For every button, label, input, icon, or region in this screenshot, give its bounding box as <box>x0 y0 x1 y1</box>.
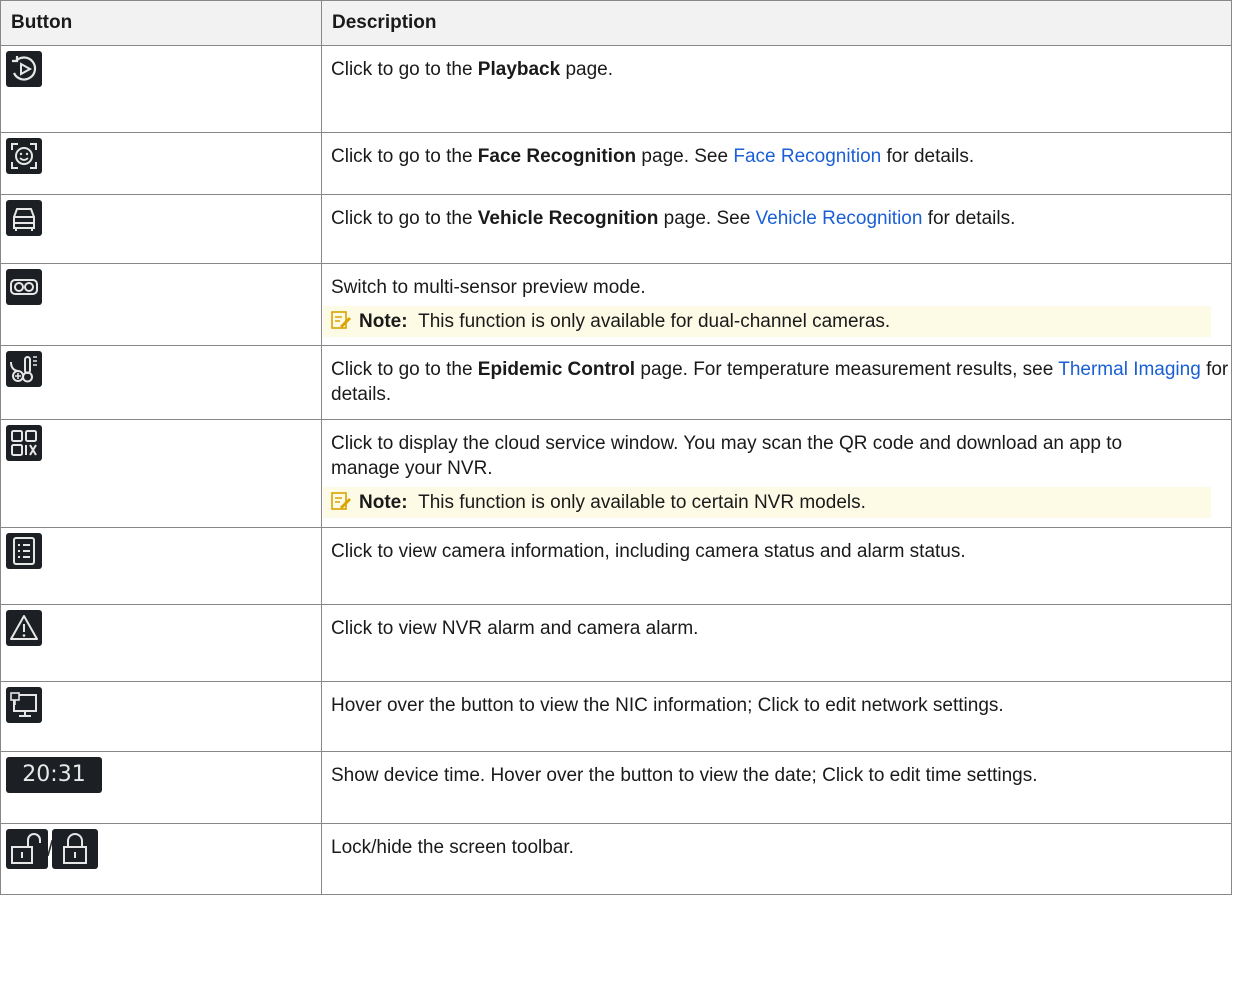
table-row: 20:31 Show device time. Hover over the b… <box>0 751 1232 824</box>
desc-text: for details. <box>881 146 975 167</box>
button-cell <box>0 263 322 346</box>
button-cell <box>0 681 322 752</box>
button-cell <box>0 527 322 605</box>
table-row: Hover over the button to view the NIC in… <box>0 681 1232 752</box>
desc-text: page. For temperature measurement result… <box>635 359 1059 380</box>
desc-bold: Face Recognition <box>477 146 637 167</box>
description-cell: Click to view camera information, includ… <box>321 527 1232 605</box>
table-row: Click to go to the Playback page. <box>0 45 1232 133</box>
desc-bold: Vehicle Recognition <box>477 208 659 229</box>
face-recognition-icon[interactable] <box>6 138 42 174</box>
playback-icon[interactable] <box>6 51 42 87</box>
device-time-text: 20:31 <box>22 762 86 787</box>
description-cell: Click to view NVR alarm and camera alarm… <box>321 604 1232 682</box>
note-text: This function is only available for dual… <box>418 311 891 332</box>
note-text: This function is only available to certa… <box>418 492 866 513</box>
description-cell: Click to go to the Epidemic Control page… <box>321 345 1232 420</box>
desc-text: Click to view camera information, includ… <box>331 541 966 562</box>
button-description-table-wrapper: Button Description Click to go to the Pl… <box>0 0 1232 895</box>
epidemic-control-icon[interactable] <box>6 351 42 387</box>
description-cell: Click to go to the Playback page. <box>321 45 1232 133</box>
note-pencil-icon <box>331 310 351 330</box>
lock-icon[interactable] <box>52 829 99 869</box>
description-cell: Click to go to the Face Recognition page… <box>321 132 1232 195</box>
note-label: Note: <box>359 492 408 513</box>
header-description: Description <box>321 0 1232 46</box>
description-cell: Switch to multi-sensor preview mode. Not… <box>321 263 1232 346</box>
table-row: Click to go to the Epidemic Control page… <box>0 345 1232 420</box>
table-header-row: Button Description <box>0 0 1232 46</box>
table-row: Click to view camera information, includ… <box>0 527 1232 605</box>
note-box: Note: This function is only available fo… <box>323 306 1211 337</box>
table-row: Click to view NVR alarm and camera alarm… <box>0 604 1232 682</box>
button-cell <box>0 45 322 133</box>
desc-text: Switch to multi-sensor preview mode. <box>331 277 646 298</box>
unlock-icon[interactable] <box>6 829 48 869</box>
desc-text: Click to view NVR alarm and camera alarm… <box>331 618 699 639</box>
description-cell: Show device time. Hover over the button … <box>321 751 1232 824</box>
button-cell <box>0 194 322 264</box>
face-recognition-link[interactable]: Face Recognition <box>733 146 881 167</box>
button-cell <box>0 132 322 195</box>
camera-list-icon[interactable] <box>6 533 42 569</box>
desc-text: Click to go to the <box>331 146 478 167</box>
description-cell: Hover over the button to view the NIC in… <box>321 681 1232 752</box>
button-cell <box>0 604 322 682</box>
desc-bold: Epidemic Control <box>477 359 636 380</box>
device-time-button[interactable]: 20:31 <box>6 757 102 793</box>
desc-text: Hover over the button to view the NIC in… <box>331 695 1004 716</box>
button-cell <box>0 345 322 420</box>
desc-text: Click to go to the <box>331 359 478 380</box>
button-cell <box>0 419 322 528</box>
desc-text: page. See <box>658 208 756 229</box>
desc-text: for details. <box>922 208 1016 229</box>
thermal-imaging-link[interactable]: Thermal Imaging <box>1058 359 1201 380</box>
note-box: Note: This function is only available to… <box>323 487 1211 518</box>
button-cell: / <box>0 823 322 895</box>
button-cell: 20:31 <box>0 751 322 824</box>
vehicle-recognition-link[interactable]: Vehicle Recognition <box>756 208 923 229</box>
note-pencil-icon <box>331 491 351 511</box>
description-cell: Lock/hide the screen toolbar. <box>321 823 1232 895</box>
desc-text: Click to display the cloud service windo… <box>331 433 1123 479</box>
vehicle-recognition-icon[interactable] <box>6 200 42 236</box>
multi-sensor-icon[interactable] <box>6 269 42 305</box>
desc-text: Click to go to the <box>331 59 478 80</box>
alarm-warning-icon[interactable] <box>6 610 42 646</box>
table-row: Switch to multi-sensor preview mode. Not… <box>0 263 1232 346</box>
button-description-table: Button Description Click to go to the Pl… <box>0 0 1232 895</box>
desc-bold: Playback <box>477 59 561 80</box>
desc-text: Click to go to the <box>331 208 478 229</box>
description-cell: Click to display the cloud service windo… <box>321 419 1232 528</box>
desc-text: page. See <box>636 146 734 167</box>
table-row: Click to go to the Face Recognition page… <box>0 132 1232 195</box>
qr-code-icon[interactable] <box>6 425 42 461</box>
description-cell: Click to go to the Vehicle Recognition p… <box>321 194 1232 264</box>
desc-text: Show device time. Hover over the button … <box>331 765 1038 786</box>
table-row: Click to display the cloud service windo… <box>0 419 1232 528</box>
table-row: / Lock/hide the screen toolbar. <box>0 823 1232 895</box>
table-row: Click to go to the Vehicle Recognition p… <box>0 194 1232 264</box>
desc-text: Lock/hide the screen toolbar. <box>331 837 574 858</box>
header-button: Button <box>0 0 322 46</box>
note-label: Note: <box>359 311 408 332</box>
desc-text: page. <box>560 59 614 80</box>
network-icon[interactable] <box>6 687 42 723</box>
